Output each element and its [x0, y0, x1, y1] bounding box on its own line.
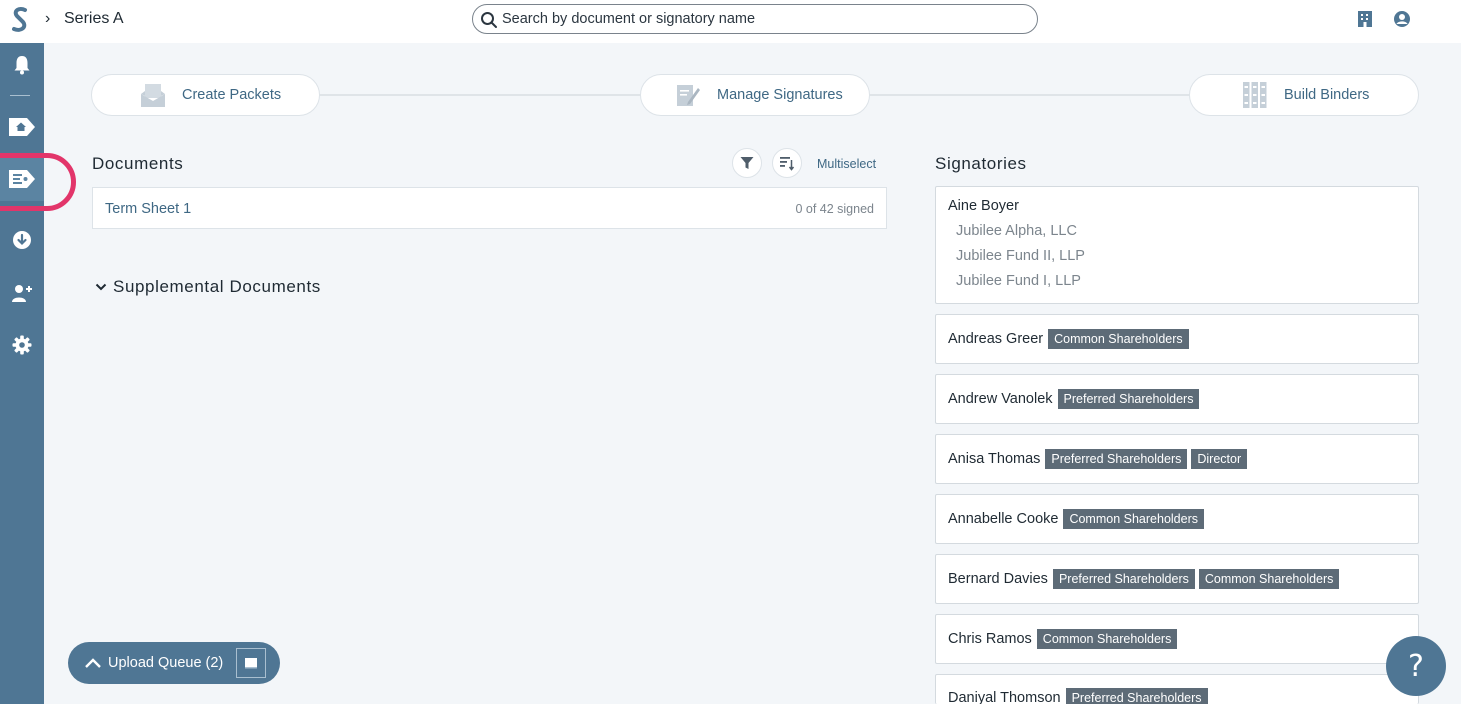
signatory-row: Annabelle Cooke Common Shareholders — [948, 509, 1208, 529]
sidebar-item-settings[interactable] — [0, 323, 44, 367]
role-tag: Preferred Shareholders — [1057, 389, 1200, 409]
signatory-row: Daniyal Thomson Preferred Shareholders — [948, 688, 1212, 704]
signatory-row: Andrew Vanolek Preferred Shareholders — [948, 389, 1203, 409]
signatory-entity: Jubilee Alpha, LLC — [956, 223, 1077, 239]
signatory-card[interactable]: Andrew Vanolek Preferred Shareholders — [935, 374, 1419, 424]
gear-icon — [12, 335, 32, 355]
signatory-card[interactable]: Aine Boyer Jubilee Alpha, LLC Jubilee Fu… — [935, 186, 1419, 304]
signatories-heading: Signatories — [935, 154, 1027, 173]
add-user-icon — [12, 285, 32, 302]
signatory-entity: Jubilee Fund I, LLP — [956, 273, 1081, 289]
sidebar-divider — [10, 95, 30, 96]
signatory-name: Chris Ramos — [948, 631, 1032, 647]
search-bar[interactable] — [472, 4, 1038, 34]
window-icon — [245, 658, 257, 669]
supplemental-documents-heading: Supplemental Documents — [113, 277, 321, 296]
multiselect-link[interactable]: Multiselect — [817, 157, 876, 171]
step-label: Manage Signatures — [717, 87, 843, 103]
role-tag: Common Shareholders — [1048, 329, 1189, 349]
signature-icon — [677, 85, 700, 106]
signatory-row: Bernard Davies Preferred Shareholders Co… — [948, 569, 1343, 589]
home-icon — [9, 118, 35, 136]
search-input[interactable] — [502, 9, 1022, 29]
filter-icon — [740, 157, 754, 169]
step-label: Create Packets — [182, 87, 282, 103]
packet-icon — [141, 84, 165, 107]
sidebar-item-notifications[interactable] — [0, 43, 44, 87]
role-tag: Common Shareholders — [1063, 509, 1204, 529]
signatory-card[interactable]: Annabelle Cooke Common Shareholders — [935, 494, 1419, 544]
document-row[interactable]: Term Sheet 1 0 of 42 signed — [92, 187, 887, 229]
top-bar: › Series A — [0, 0, 1461, 43]
role-tag: Common Shareholders — [1198, 569, 1340, 589]
filter-button[interactable] — [732, 148, 762, 178]
signatory-row: Anisa Thomas Preferred Shareholders Dire… — [948, 449, 1251, 469]
signatory-card[interactable]: Chris Ramos Common Shareholders — [935, 614, 1419, 664]
signatory-name: Anisa Thomas — [948, 451, 1041, 467]
sidebar — [0, 43, 44, 704]
signatory-card[interactable]: Andreas Greer Common Shareholders — [935, 314, 1419, 364]
signatory-name: Andreas Greer — [948, 331, 1044, 347]
sidebar-item-add-user[interactable] — [0, 271, 44, 315]
signatory-entity: Jubilee Fund II, LLP — [956, 248, 1085, 264]
role-tag: Director — [1191, 449, 1248, 469]
role-tag: Preferred Shareholders — [1052, 569, 1195, 589]
step-connector — [318, 94, 642, 96]
role-tag: Preferred Shareholders — [1045, 449, 1188, 469]
user-circle-icon[interactable] — [1393, 10, 1411, 28]
sort-button[interactable] — [772, 148, 802, 178]
document-signed-status: 0 of 42 signed — [795, 202, 874, 216]
highlight-annotation-ring — [0, 153, 76, 211]
step-build-binders[interactable]: Build Binders — [1189, 74, 1419, 116]
upload-queue-label: Upload Queue (2) — [108, 655, 224, 671]
download-icon — [13, 231, 31, 249]
signatory-card[interactable]: Daniyal Thomson Preferred Shareholders — [935, 674, 1419, 704]
signatory-card[interactable]: Bernard Davies Preferred Shareholders Co… — [935, 554, 1419, 604]
role-tag: Common Shareholders — [1036, 629, 1178, 649]
sidebar-item-download[interactable] — [0, 218, 44, 262]
step-label: Build Binders — [1284, 87, 1370, 103]
search-icon — [481, 12, 497, 28]
breadcrumb-chevron-icon: › — [45, 10, 51, 27]
signatory-card[interactable]: Anisa Thomas Preferred Shareholders Dire… — [935, 434, 1419, 484]
upload-queue-button[interactable]: Upload Queue (2) — [68, 642, 280, 684]
role-tag: Preferred Shareholders — [1065, 688, 1208, 704]
signatory-name: Daniyal Thomson — [948, 690, 1061, 704]
documents-heading: Documents — [92, 154, 184, 173]
bell-icon — [14, 56, 30, 75]
signatory-row: Chris Ramos Common Shareholders — [948, 629, 1181, 649]
sort-icon — [780, 157, 795, 171]
signatory-row: Aine Boyer — [948, 198, 1024, 214]
building-icon[interactable] — [1357, 10, 1373, 28]
step-create-packets[interactable]: Create Packets — [91, 74, 320, 116]
signatory-name: Aine Boyer — [948, 198, 1019, 214]
supplemental-documents-toggle[interactable]: Supplemental Documents — [95, 277, 321, 297]
help-button[interactable]: ? — [1386, 636, 1446, 696]
chevron-up-icon — [85, 658, 101, 668]
signatory-name: Andrew Vanolek — [948, 391, 1053, 407]
signatory-name: Annabelle Cooke — [948, 511, 1059, 527]
step-manage-signatures[interactable]: Manage Signatures — [640, 74, 870, 116]
upload-queue-expand-button[interactable] — [236, 648, 266, 678]
page-title[interactable]: Series A — [64, 10, 124, 28]
sidebar-item-home[interactable] — [0, 105, 44, 149]
step-connector — [868, 94, 1190, 96]
signatory-row: Andreas Greer Common Shareholders — [948, 329, 1193, 349]
chevron-down-icon — [95, 283, 107, 291]
document-name[interactable]: Term Sheet 1 — [105, 201, 191, 217]
signatory-name: Bernard Davies — [948, 571, 1048, 587]
binder-icon — [1243, 82, 1267, 108]
s-logo-icon[interactable] — [9, 6, 31, 34]
